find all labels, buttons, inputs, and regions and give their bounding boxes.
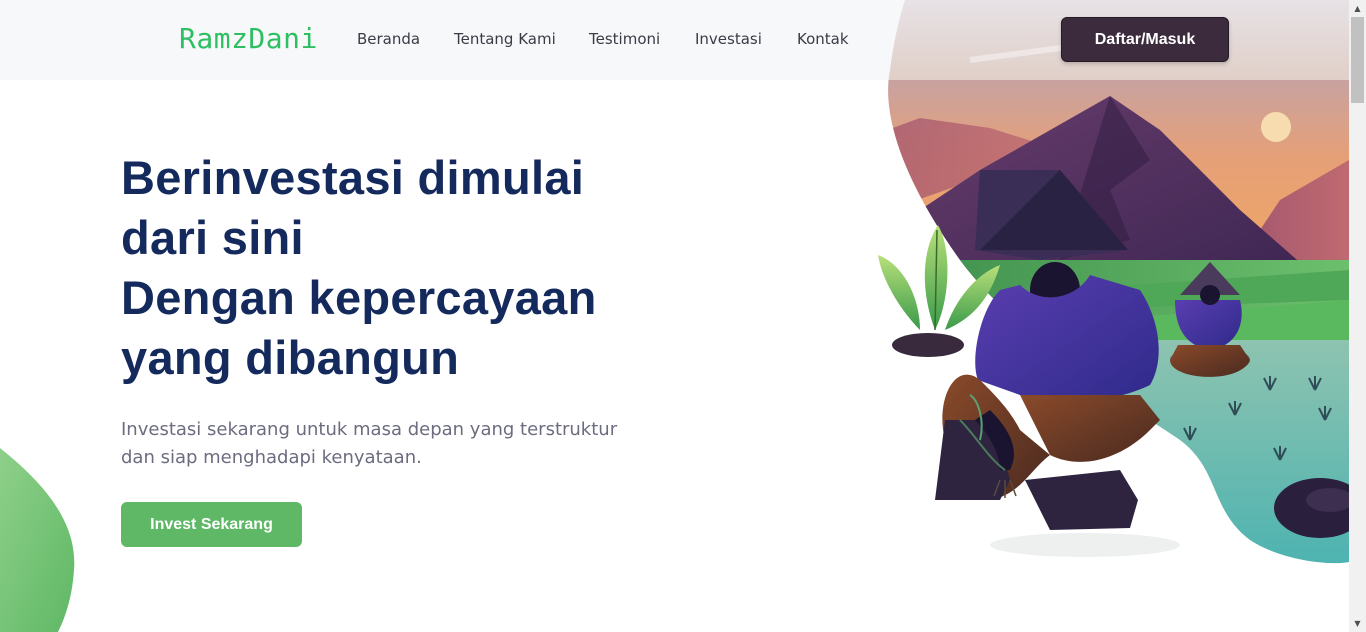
nav-testimoni[interactable]: Testimoni	[589, 30, 660, 48]
hero-title: Berinvestasi dimulai dari sini Dengan ke…	[121, 148, 741, 388]
vertical-scrollbar[interactable]: ▲ ▼	[1349, 0, 1366, 632]
hero-title-line: dari sini	[121, 211, 304, 264]
scroll-down-arrow-icon[interactable]: ▼	[1349, 615, 1366, 632]
hero-title-line: yang dibangun	[121, 331, 460, 384]
farmers-illustration	[878, 0, 1349, 564]
invest-now-button[interactable]: Invest Sekarang	[121, 502, 302, 547]
nav-beranda[interactable]: Beranda	[357, 30, 420, 48]
scroll-up-arrow-icon[interactable]: ▲	[1349, 0, 1366, 17]
scrollbar-thumb[interactable]	[1351, 17, 1364, 103]
nav-tentang-kami[interactable]: Tentang Kami	[454, 30, 556, 48]
hero-title-line: Dengan kepercayaan	[121, 271, 597, 324]
hero-title-line: Berinvestasi dimulai	[121, 151, 585, 204]
hero-subtitle-line: dan siap menghadapi kenyataan.	[121, 447, 422, 468]
brand-logo[interactable]: RamzDani	[179, 22, 318, 55]
nav-investasi[interactable]: Investasi	[695, 30, 762, 48]
nav-kontak[interactable]: Kontak	[797, 30, 849, 48]
hero-subtitle: Investasi sekarang untuk masa depan yang…	[121, 416, 661, 472]
decorative-green-blob	[0, 448, 75, 632]
register-login-button[interactable]: Daftar/Masuk	[1061, 17, 1229, 62]
hero-subtitle-line: Investasi sekarang untuk masa depan yang…	[121, 419, 618, 440]
